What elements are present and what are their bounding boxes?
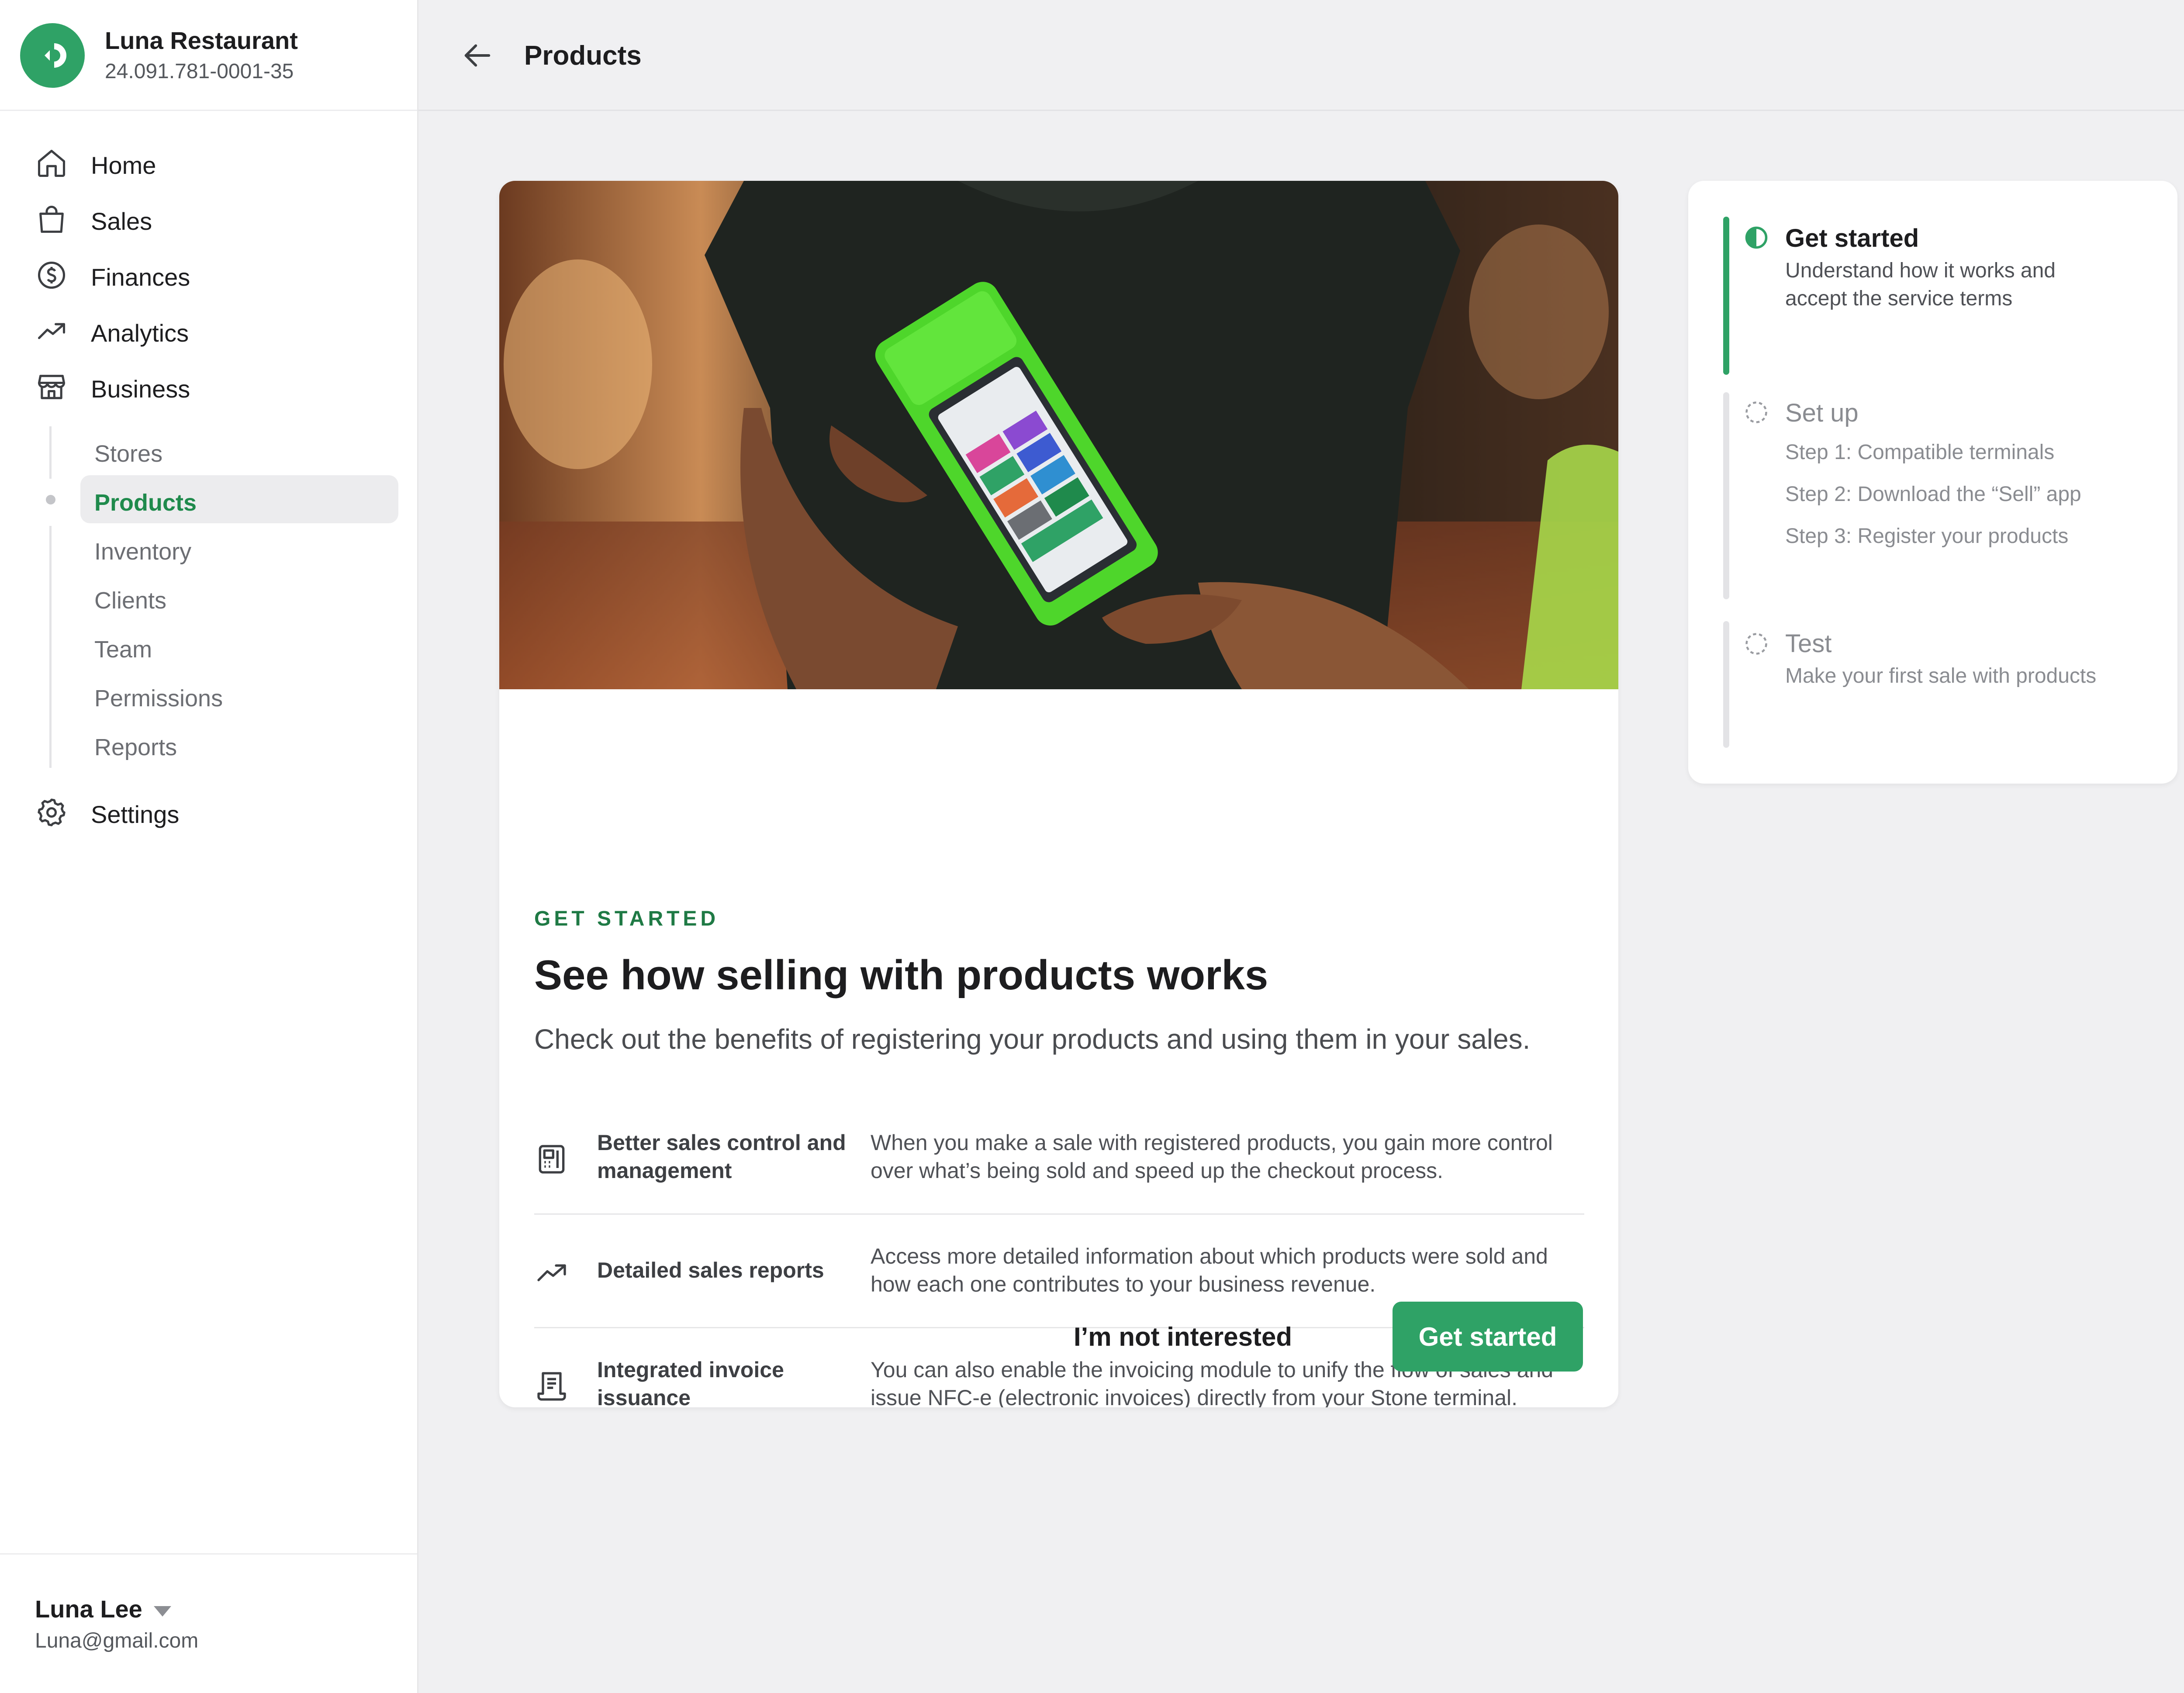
- subnav-item-permissions[interactable]: Permissions: [80, 671, 398, 719]
- dashed-circle-icon: [1745, 633, 1767, 655]
- step-progress-bar: [1723, 217, 1729, 375]
- sidebar-item-settings[interactable]: Settings: [0, 786, 417, 834]
- brand-id: 24.091.781-0001-35: [105, 60, 294, 83]
- brand-logo: [20, 23, 85, 88]
- subnav-item-clients[interactable]: Clients: [80, 573, 398, 621]
- subnav-item-inventory[interactable]: Inventory: [80, 524, 398, 572]
- benefit-title: Integrated invoice issuance: [597, 1358, 784, 1407]
- step-progress-bar: [1723, 621, 1729, 748]
- step-line: accept the service terms: [1785, 287, 2013, 310]
- step-line: Understand how it works and: [1785, 259, 2056, 282]
- step-line: Step 2: Download the “Sell” app: [1785, 483, 2081, 506]
- benefit-title: Detailed sales reports: [597, 1258, 824, 1282]
- sidebar-item-analytics[interactable]: Analytics: [0, 305, 417, 353]
- card-title: See how selling with products works: [534, 952, 1268, 999]
- onboarding-steps: Get started Understand how it works and …: [1688, 181, 2177, 784]
- step-description: Step 1: Compatible terminals Step 2: Dow…: [1785, 432, 2161, 557]
- subnav-active-dot: [46, 495, 55, 504]
- app-root: Luna Restaurant 24.091.781-0001-35 Home …: [0, 0, 2184, 1693]
- brand-logo-icon: [45, 43, 66, 68]
- receipt-icon: [537, 1372, 566, 1401]
- step-title: Get started: [1785, 224, 1919, 252]
- hero-image: [499, 181, 1618, 689]
- sidebar-item-business[interactable]: Business: [0, 361, 417, 409]
- onboarding-card: GET STARTED See how selling with product…: [499, 181, 1618, 1407]
- subnav-rail: [49, 426, 52, 479]
- trend-up-icon: [38, 323, 66, 339]
- sidebar-item-label: Sales: [91, 207, 152, 235]
- sidebar-item-label: Business: [91, 375, 190, 403]
- subnav-item-team[interactable]: Team: [80, 622, 398, 670]
- brand-name: Luna Restaurant: [105, 27, 298, 54]
- subnav-item-stores[interactable]: Stores: [80, 426, 398, 474]
- step-title: Set up: [1785, 399, 1859, 427]
- benefit-row: Better sales control and management When…: [534, 1124, 1584, 1194]
- shopping-bag-icon: [39, 206, 64, 233]
- subnav-item-label: Team: [94, 636, 152, 663]
- get-started-button[interactable]: Get started: [1393, 1302, 1583, 1372]
- dollar-circle-icon: [38, 261, 66, 289]
- store-icon: [38, 375, 66, 399]
- step-line: Make your first sale with products: [1785, 664, 2097, 688]
- page-title: Products: [524, 41, 642, 71]
- benefit-description: When you make a sale with registered pro…: [871, 1130, 1553, 1183]
- sidebar: Luna Restaurant 24.091.781-0001-35 Home …: [0, 0, 418, 1693]
- divider: [534, 1213, 1584, 1215]
- step-description: Understand how it works and accept the s…: [1785, 257, 2161, 313]
- subnav-item-reports[interactable]: Reports: [80, 720, 398, 768]
- step-line: Step 3: Register your products: [1785, 525, 2069, 548]
- benefit-description: Access more detailed information about w…: [871, 1244, 1548, 1296]
- sidebar-item-home[interactable]: Home: [0, 137, 417, 185]
- home-icon: [38, 149, 66, 177]
- chevron-down-icon[interactable]: [154, 1606, 171, 1617]
- sidebar-item-label: Settings: [91, 801, 180, 828]
- subnav-item-label: Stores: [94, 441, 163, 467]
- step-title: Test: [1785, 629, 1832, 658]
- half-circle-icon: [1745, 226, 1768, 249]
- benefit-title: Better sales control and management: [597, 1130, 846, 1183]
- eyebrow-label: GET STARTED: [534, 907, 719, 930]
- step-description: Make your first sale with products: [1785, 662, 2161, 690]
- subnav-rail: [49, 526, 52, 768]
- not-interested-button[interactable]: I’m not interested: [1056, 1302, 1310, 1372]
- dashed-circle-icon: [1745, 401, 1767, 423]
- subnav-item-label: Permissions: [94, 685, 223, 712]
- user-name: Luna Lee: [35, 1595, 142, 1623]
- subnav-item-products[interactable]: Products: [80, 475, 398, 523]
- step-progress-bar: [1723, 392, 1729, 599]
- step-line: Step 1: Compatible terminals: [1785, 441, 2055, 464]
- subnav-item-label: Reports: [94, 734, 177, 760]
- sidebar-item-finances[interactable]: Finances: [0, 249, 417, 297]
- benefit-row: Detailed sales reports Access more detai…: [534, 1238, 1584, 1308]
- pos-terminal-icon: [539, 1145, 565, 1174]
- subnav-item-label: Inventory: [94, 539, 192, 565]
- brand-header[interactable]: Luna Restaurant 24.091.781-0001-35: [0, 0, 417, 111]
- subnav-item-label: Clients: [94, 587, 167, 614]
- gear-icon: [38, 798, 66, 826]
- sidebar-item-label: Home: [91, 152, 156, 179]
- subnav-item-label: Products: [94, 490, 197, 516]
- user-menu[interactable]: Luna Lee Luna@gmail.com: [0, 1553, 417, 1693]
- top-bar: Products: [418, 0, 2184, 111]
- sidebar-item-sales[interactable]: Sales: [0, 193, 417, 241]
- sidebar-item-label: Analytics: [91, 319, 189, 347]
- sidebar-item-label: Finances: [91, 263, 190, 291]
- user-email: Luna@gmail.com: [35, 1629, 199, 1652]
- arrow-left-icon[interactable]: [458, 36, 497, 75]
- trend-up-icon: [537, 1264, 566, 1282]
- card-subtitle: Check out the benefits of registering yo…: [534, 1023, 1531, 1055]
